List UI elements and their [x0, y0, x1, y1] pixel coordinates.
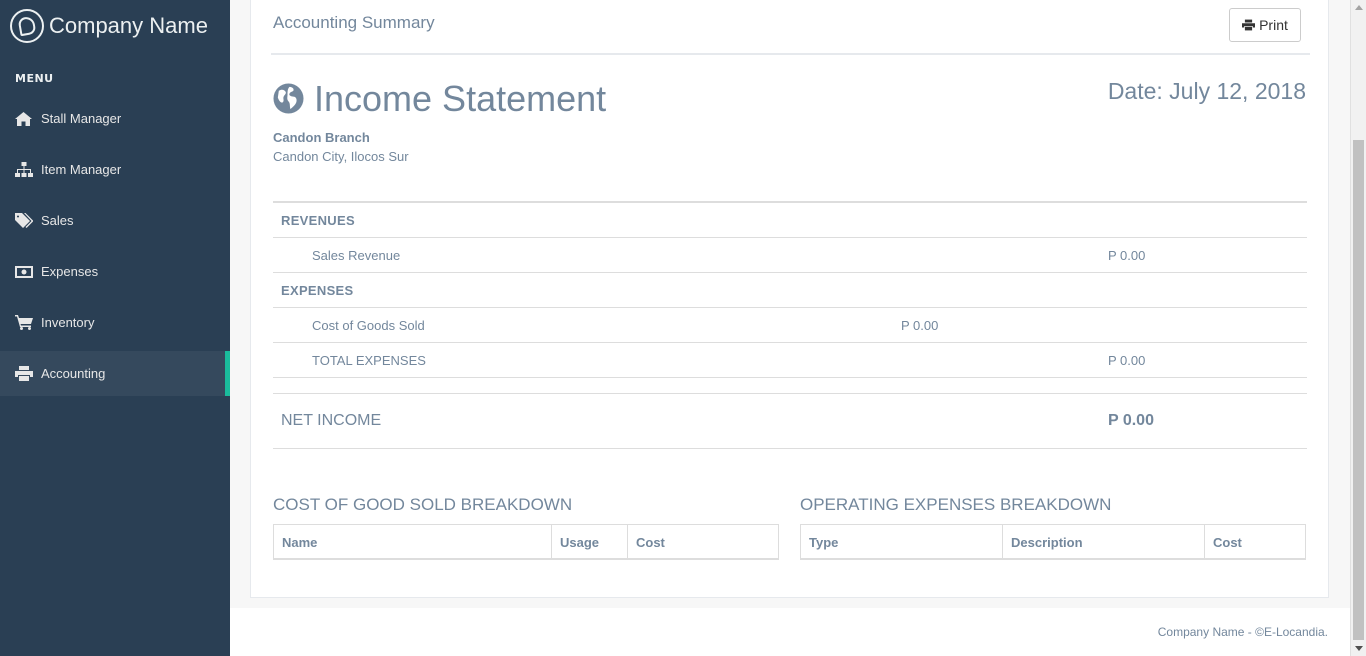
cogs-label: Cost of Goods Sold	[312, 318, 425, 333]
sitemap-icon	[15, 162, 41, 177]
cogs-breakdown-table: Name Usage Cost	[273, 524, 779, 560]
brand[interactable]: Company Name	[10, 8, 208, 44]
sidebar-nav: Stall Manager Item Manager Sales Expense…	[0, 93, 230, 396]
print-icon	[15, 366, 41, 381]
cart-icon	[15, 315, 41, 330]
sidebar-item-label: Accounting	[41, 366, 106, 381]
menu-title: MENU	[15, 72, 54, 85]
globe-icon	[273, 83, 304, 114]
scroll-down-icon[interactable]	[1355, 646, 1363, 651]
sidebar-item-label: Item Manager	[41, 162, 122, 177]
footer: Company Name - ©E-Locandia.	[230, 608, 1350, 656]
expenses-heading: EXPENSES	[281, 283, 354, 298]
sidebar-item-label: Sales	[41, 213, 74, 228]
column-header[interactable]: Usage	[552, 525, 628, 558]
column-header[interactable]: Cost	[1205, 525, 1305, 558]
print-icon	[1242, 19, 1256, 31]
table-row	[273, 378, 1307, 394]
panel-title: Accounting Summary	[273, 13, 435, 32]
income-statement-table: REVENUES Sales Revenue P 0.00 EXPENSES C…	[273, 201, 1307, 449]
sidebar-item-item-manager[interactable]: Item Manager	[0, 144, 230, 195]
sidebar: Company Name MENU Stall Manager Item Man…	[0, 0, 230, 656]
net-income-label: NET INCOME	[281, 412, 382, 429]
revenues-heading: REVENUES	[281, 213, 355, 228]
table-row: EXPENSES	[273, 273, 1307, 308]
print-button[interactable]: Print	[1229, 8, 1301, 42]
sidebar-item-label: Stall Manager	[41, 111, 122, 126]
column-header[interactable]: Name	[274, 525, 552, 558]
total-expenses-label: TOTAL EXPENSES	[312, 353, 426, 368]
divider	[271, 53, 1310, 55]
print-button-label: Print	[1259, 17, 1288, 33]
brand-logo-icon	[10, 9, 44, 43]
sidebar-item-accounting[interactable]: Accounting	[0, 351, 230, 396]
table-row: REVENUES	[273, 203, 1307, 238]
table-row: NET INCOME P 0.00	[273, 394, 1307, 449]
column-header[interactable]: Type	[801, 525, 1003, 558]
money-icon	[15, 265, 41, 278]
cogs-breakdown-title: COST OF GOOD SOLD BREAKDOWN	[273, 495, 573, 514]
column-header[interactable]: Description	[1003, 525, 1205, 558]
table-row: Sales Revenue P 0.00	[273, 238, 1307, 273]
branch-address: Candon City, Ilocos Sur	[273, 149, 409, 164]
brand-name: Company Name	[49, 13, 208, 38]
sidebar-item-inventory[interactable]: Inventory	[0, 297, 230, 348]
sidebar-item-label: Expenses	[41, 264, 99, 279]
table-row: TOTAL EXPENSES P 0.00	[273, 343, 1307, 378]
cogs-value: P 0.00	[901, 318, 939, 333]
vertical-scrollbar[interactable]	[1350, 0, 1366, 656]
sidebar-item-label: Inventory	[41, 315, 95, 330]
column-header[interactable]: Cost	[628, 525, 778, 558]
opex-breakdown-table: Type Description Cost	[800, 524, 1306, 560]
branch-name: Candon Branch	[273, 130, 370, 145]
scrollbar-thumb[interactable]	[1353, 140, 1364, 640]
home-icon	[15, 111, 41, 126]
net-income-value: P 0.00	[1108, 412, 1154, 429]
main-content: Accounting Summary Print Income Statemen…	[230, 0, 1350, 656]
sidebar-item-stall-manager[interactable]: Stall Manager	[0, 93, 230, 144]
tags-icon	[15, 213, 41, 228]
income-statement-title: Income Statement	[314, 78, 607, 119]
total-expenses-value: P 0.00	[1108, 353, 1146, 368]
opex-breakdown-title: OPERATING EXPENSES BREAKDOWN	[800, 495, 1112, 514]
sidebar-item-expenses[interactable]: Expenses	[0, 246, 230, 297]
statement-date: Date: July 12, 2018	[1107, 78, 1306, 104]
sales-revenue-label: Sales Revenue	[312, 248, 401, 263]
accounting-panel: Accounting Summary Print Income Statemen…	[250, 0, 1329, 598]
sidebar-item-sales[interactable]: Sales	[0, 195, 230, 246]
scroll-up-icon[interactable]	[1355, 5, 1363, 10]
footer-text: Company Name - ©E-Locandia.	[1157, 625, 1328, 639]
table-row: Cost of Goods Sold P 0.00	[273, 308, 1307, 343]
sales-revenue-value: P 0.00	[1108, 248, 1146, 263]
